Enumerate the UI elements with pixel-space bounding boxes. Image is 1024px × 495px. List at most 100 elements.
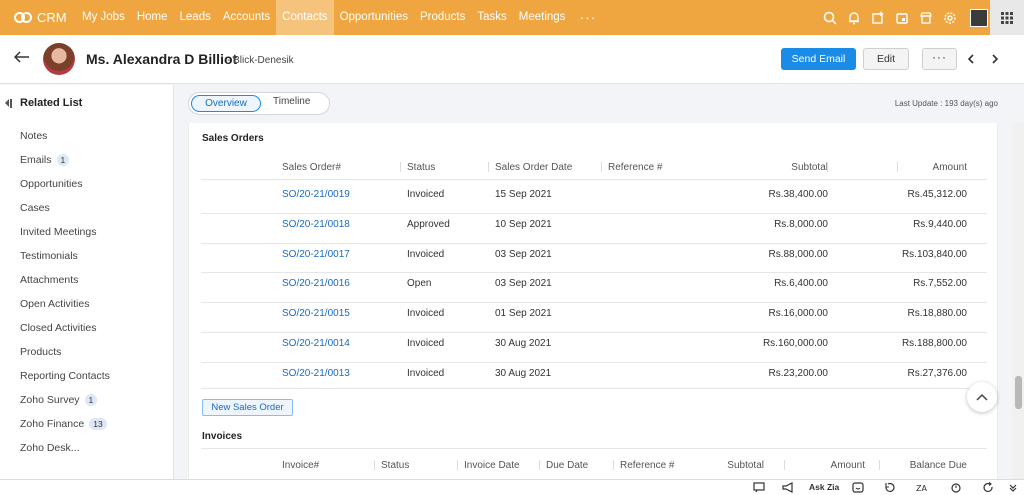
nav-meetings[interactable]: Meetings: [513, 0, 572, 35]
scrollbar[interactable]: [1012, 123, 1024, 479]
contact-photo[interactable]: [43, 43, 75, 75]
sidebar-item[interactable]: Products: [20, 340, 110, 364]
column-divider: [400, 162, 401, 172]
date-cell: 03 Sep 2021: [495, 278, 552, 290]
sidebar-item[interactable]: Reporting Contacts: [20, 364, 110, 388]
invoice-column-header[interactable]: Due Date: [546, 460, 588, 471]
sidebar-item-label: Closed Activities: [20, 322, 97, 334]
sidebar-item[interactable]: Invited Meetings: [20, 220, 110, 244]
collapse-icon[interactable]: [5, 99, 9, 107]
invoice-column-header[interactable]: Status: [381, 460, 409, 471]
status-cell: Invoiced: [407, 189, 445, 200]
nav-tasks[interactable]: Tasks: [471, 0, 512, 35]
sidebar-item[interactable]: Zoho Finance 13: [20, 412, 110, 436]
zia-icon[interactable]: ZA: [916, 482, 930, 495]
column-header[interactable]: Subtotal: [729, 162, 828, 173]
subtotal-cell: Rs.160,000.00: [762, 338, 828, 349]
send-email-button[interactable]: Send Email: [781, 48, 856, 70]
sidebar-item[interactable]: Attachments: [20, 268, 110, 292]
bell-icon[interactable]: [842, 6, 866, 30]
column-header[interactable]: Sales Order#: [282, 162, 341, 173]
crm-logo[interactable]: CRM: [0, 10, 76, 25]
column-header[interactable]: Sales Order Date: [495, 162, 572, 173]
sales-order-link[interactable]: SO/20-21/0017: [282, 249, 350, 260]
record-account[interactable]: - Blick-Denesik: [227, 55, 294, 66]
sidebar-item-label: Cases: [20, 202, 50, 214]
apps-grid-icon[interactable]: [990, 0, 1024, 35]
sidebar-item[interactable]: Open Activities: [20, 292, 110, 316]
scrollbar-thumb[interactable]: [1015, 376, 1022, 409]
sidebar-item-label: Notes: [20, 130, 48, 142]
edit-button[interactable]: Edit: [863, 48, 909, 70]
marketplace-icon[interactable]: [914, 6, 938, 30]
history-icon[interactable]: [884, 482, 896, 495]
alarm-clock-icon[interactable]: [950, 482, 962, 495]
nav-contacts[interactable]: Contacts: [276, 0, 334, 35]
calendar-icon[interactable]: [890, 6, 914, 30]
sidebar-item[interactable]: Closed Activities: [20, 316, 110, 340]
sidebar-item[interactable]: Opportunities: [20, 172, 110, 196]
invoice-column-header[interactable]: Reference #: [620, 460, 674, 471]
amount-cell: Rs.27,376.00: [907, 367, 968, 379]
column-divider: [897, 162, 898, 172]
nav-products[interactable]: Products: [414, 0, 471, 35]
table-header-divider: [201, 179, 987, 180]
nav-leads[interactable]: Leads: [174, 0, 217, 35]
nav-home[interactable]: Home: [131, 0, 174, 35]
announcement-icon[interactable]: [782, 482, 794, 495]
column-header[interactable]: Amount: [869, 162, 967, 173]
previous-record-icon[interactable]: [967, 54, 975, 67]
nav-more-button[interactable]: ···: [571, 0, 604, 35]
settings-icon[interactable]: [938, 6, 962, 30]
crm-logo-text: CRM: [37, 10, 67, 25]
sidebar-item[interactable]: Notes: [20, 124, 110, 148]
collapse-panel-icon[interactable]: [1008, 482, 1018, 495]
invoice-column-header[interactable]: Invoice#: [282, 460, 319, 471]
refresh-icon[interactable]: [982, 482, 994, 495]
ask-zia-button[interactable]: Ask Zia: [809, 482, 839, 492]
nav-accounts[interactable]: Accounts: [217, 0, 276, 35]
more-actions-button[interactable]: ···: [922, 48, 957, 70]
tab-timeline[interactable]: Timeline: [273, 96, 310, 107]
view-switcher: Overview Timeline: [188, 92, 330, 115]
record-name: Ms. Alexandra D Billiot: [86, 51, 238, 67]
nav-opportunities[interactable]: Opportunities: [334, 0, 414, 35]
new-sales-order-button[interactable]: New Sales Order: [202, 399, 293, 416]
sales-order-link[interactable]: SO/20-21/0014: [282, 338, 350, 349]
column-header[interactable]: Status: [407, 162, 435, 173]
next-record-icon[interactable]: [991, 54, 999, 67]
sales-order-link[interactable]: SO/20-21/0015: [282, 308, 350, 319]
section-divider: [201, 448, 987, 449]
count-badge: 1: [84, 394, 98, 406]
sales-order-link[interactable]: SO/20-21/0019: [282, 189, 350, 200]
nav-my-jobs[interactable]: My Jobs: [76, 0, 131, 35]
related-list-sidebar: Related List Notes Emails 1 Opportunities Ca…: [0, 85, 174, 495]
sales-order-link[interactable]: SO/20-21/0016: [282, 278, 350, 289]
sidebar-item[interactable]: Cases: [20, 196, 110, 220]
user-avatar[interactable]: [970, 8, 988, 27]
tab-overview[interactable]: Overview: [191, 95, 261, 112]
smiley-icon[interactable]: [852, 482, 864, 495]
sidebar-item[interactable]: Testimonials: [20, 244, 110, 268]
sales-order-link[interactable]: SO/20-21/0018: [282, 219, 350, 230]
related-list-header[interactable]: Related List: [5, 97, 82, 109]
sidebar-item[interactable]: Emails 1: [20, 148, 110, 172]
chat-icon[interactable]: [753, 482, 765, 495]
invoice-column-header[interactable]: Balance Due: [889, 460, 967, 471]
sidebar-item[interactable]: Zoho Desk...: [20, 436, 110, 460]
count-badge: 13: [89, 418, 107, 430]
sidebar-item[interactable]: Zoho Survey 1: [20, 388, 110, 412]
sales-order-link[interactable]: SO/20-21/0013: [282, 368, 350, 379]
search-icon[interactable]: [818, 6, 842, 30]
column-divider: [827, 162, 828, 172]
invoice-column-header[interactable]: Invoice Date: [464, 460, 520, 471]
add-entity-icon[interactable]: [866, 6, 890, 30]
record-header: Ms. Alexandra D Billiot - Blick-Denesik …: [0, 35, 1024, 84]
invoice-column-header[interactable]: Amount: [789, 460, 865, 471]
column-divider: [374, 460, 375, 470]
last-update-text: Last Update : 193 day(s) ago: [894, 99, 998, 108]
back-arrow-icon[interactable]: [13, 51, 30, 66]
scroll-to-top-button[interactable]: [967, 382, 997, 412]
invoice-column-header[interactable]: Subtotal: [689, 460, 764, 471]
column-header[interactable]: Reference #: [608, 162, 662, 173]
